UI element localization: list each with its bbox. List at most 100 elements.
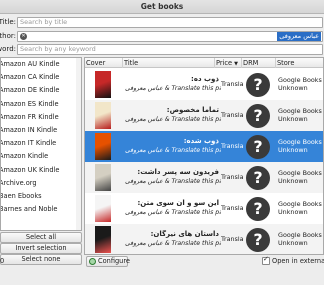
author-row: Author: ✕ عباس معروفی xyxy=(0,31,324,42)
column-cover[interactable]: Cover xyxy=(85,58,123,68)
configure-label: Configure xyxy=(98,257,130,265)
store-item-label: Barnes and Noble xyxy=(0,205,58,214)
book-price: Translate this pa xyxy=(221,80,243,88)
book-cover xyxy=(95,133,111,160)
store-item-label: Amazon FR Kindle xyxy=(0,112,59,121)
keyword-label: Keyword: xyxy=(0,45,16,53)
column-price[interactable]: Price ▼ xyxy=(215,58,242,68)
result-row[interactable]: فریدون سه پسر داشت: عباس معروفی & Transla… xyxy=(85,162,323,193)
result-row[interactable]: ذوب ده: عباس معروفی & Translate this pag T… xyxy=(85,69,323,100)
store-cell: Google Books Unknown xyxy=(278,138,323,154)
store-item[interactable]: Amazon IN Kindle xyxy=(1,124,81,137)
store-format: Unknown xyxy=(278,146,308,154)
result-count: 0 xyxy=(0,257,5,265)
author-search-input[interactable]: ✕ عباس معروفی xyxy=(17,31,323,42)
store-item[interactable]: Amazon DE Kindle xyxy=(1,84,81,97)
results-header: Cover Title Price ▼ DRM Store xyxy=(85,58,323,68)
store-item-label: Amazon AU Kindle xyxy=(0,60,60,68)
store-item[interactable]: Amazon FR Kindle xyxy=(1,111,81,124)
book-price: Translate this pa xyxy=(221,235,243,243)
store-name: Google Books xyxy=(278,169,322,177)
store-name: Google Books xyxy=(278,231,322,239)
result-row[interactable]: داستان های نیرگان: عباس معروفی & Translat… xyxy=(85,224,323,254)
configure-icon xyxy=(89,258,96,265)
store-item-label: Amazon Kindle xyxy=(0,152,49,161)
column-store[interactable]: Store xyxy=(276,58,323,68)
store-item[interactable]: Amazon Kindle xyxy=(1,150,81,163)
open-external-checkbox[interactable] xyxy=(262,255,270,265)
title-label: Title: xyxy=(0,18,16,26)
book-author: عباس معروفی & Translate this pag xyxy=(125,240,221,247)
store-item[interactable]: Amazon ES Kindle xyxy=(1,98,81,111)
store-item-label: Amazon IT Kindle xyxy=(0,139,57,148)
column-title[interactable]: Title xyxy=(123,58,215,68)
book-cover xyxy=(95,71,111,98)
clear-icon[interactable]: ✕ xyxy=(20,33,27,40)
store-item-label: Baen Ebooks xyxy=(0,191,42,200)
book-cover xyxy=(95,195,111,222)
book-author: عباس معروفی & Translate this pag xyxy=(125,209,221,216)
drm-unknown-icon: ? xyxy=(246,166,270,190)
result-row[interactable]: تماما مخصوص: عباس معروفی & Translate this… xyxy=(85,100,323,131)
store-list-scrollbar[interactable] xyxy=(76,58,81,230)
open-external-label: Open in external xyxy=(272,257,324,265)
store-item-label: Amazon IN Kindle xyxy=(0,125,58,134)
store-item-label: Amazon CA Kindle xyxy=(0,73,60,82)
book-author: عباس معروفی & Translate this pag xyxy=(125,85,221,92)
book-author: عباس معروفی & Translate this pag xyxy=(125,116,221,123)
book-title: ذوب شده: xyxy=(183,137,219,145)
store-item-label: Amazon ES Kindle xyxy=(0,99,59,108)
store-cell: Google Books Unknown xyxy=(278,231,323,247)
store-item[interactable]: Amazon CA Kindle xyxy=(1,71,81,84)
store-format: Unknown xyxy=(278,208,308,216)
store-name: Google Books xyxy=(278,107,322,115)
store-item[interactable]: Archive.org xyxy=(1,177,81,190)
store-format: Unknown xyxy=(278,177,308,185)
store-name: Google Books xyxy=(278,138,322,146)
drm-unknown-icon: ? xyxy=(246,73,270,97)
store-item[interactable]: Barnes and Noble xyxy=(1,203,81,216)
sort-descending-icon: ▼ xyxy=(234,61,238,67)
title-search-input[interactable]: Search by title xyxy=(17,17,323,28)
result-row[interactable]: این سو و آن سوی متن: عباس معروفی & Transl… xyxy=(85,193,323,224)
store-cell: Google Books Unknown xyxy=(278,200,323,216)
drm-unknown-icon: ? xyxy=(246,104,270,128)
book-author: عباس معروفی & Translate this pag xyxy=(125,178,221,185)
window-title: Get books xyxy=(0,0,324,14)
store-item[interactable]: Amazon UK Kindle xyxy=(1,164,81,177)
drm-unknown-icon: ? xyxy=(246,228,270,252)
store-item-label: Amazon UK Kindle xyxy=(0,165,60,174)
book-title: داستان های نیرگان: xyxy=(150,230,219,238)
store-item[interactable]: Amazon IT Kindle xyxy=(1,137,81,150)
result-row[interactable]: ذوب شده: عباس معروفی & Translate this pag… xyxy=(85,131,323,162)
book-cover xyxy=(95,226,111,253)
store-format: Unknown xyxy=(278,84,308,92)
configure-button[interactable]: Configure xyxy=(86,256,130,267)
author-value: عباس معروفی xyxy=(277,32,321,41)
invert-selection-button[interactable]: Invert selection xyxy=(0,243,82,254)
title-row: Title: Search by title xyxy=(0,17,324,28)
store-format: Unknown xyxy=(278,115,308,123)
store-format: Unknown xyxy=(278,239,308,247)
book-price: Translate this pa xyxy=(221,204,243,212)
drm-unknown-icon: ? xyxy=(246,197,270,221)
store-name: Google Books xyxy=(278,76,322,84)
select-all-button[interactable]: Select all xyxy=(0,232,82,243)
store-name: Google Books xyxy=(278,200,322,208)
store-item-label: Amazon DE Kindle xyxy=(0,86,60,95)
book-cover xyxy=(95,164,111,191)
store-item[interactable]: Amazon AU Kindle xyxy=(1,58,81,71)
store-list[interactable]: Amazon AU Kindle Amazon CA Kindle Amazon D… xyxy=(0,57,82,231)
book-price: Translate this pa xyxy=(221,173,243,181)
keyword-search-input[interactable]: Search by any keyword xyxy=(17,44,323,55)
book-title: تماما مخصوص: xyxy=(166,106,219,114)
results-table[interactable]: Cover Title Price ▼ DRM Store ذوب ده: عباس… xyxy=(84,57,324,255)
column-drm[interactable]: DRM xyxy=(242,58,276,68)
book-title: این سو و آن سوی متن: xyxy=(137,199,220,207)
book-title: فریدون سه پسر داشت: xyxy=(137,168,219,176)
store-cell: Google Books Unknown xyxy=(278,76,323,92)
store-cell: Google Books Unknown xyxy=(278,107,323,123)
drm-unknown-icon: ? xyxy=(246,135,270,159)
store-item[interactable]: Baen Ebooks xyxy=(1,190,81,203)
book-price: Translate this pa xyxy=(221,142,243,150)
